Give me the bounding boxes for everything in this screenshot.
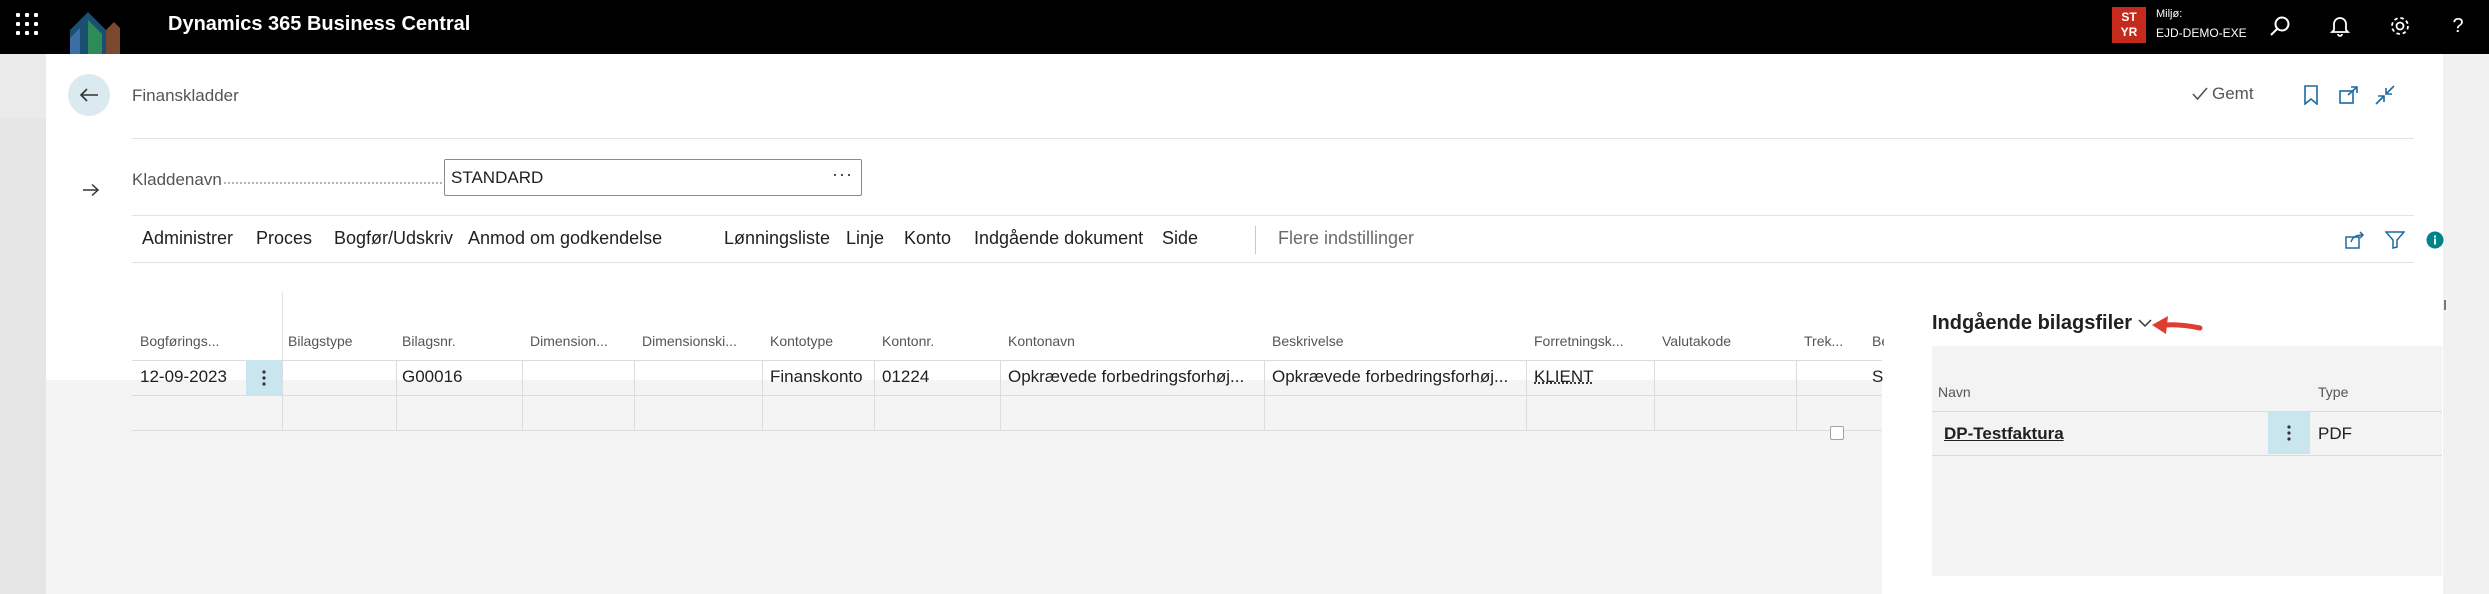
checkmark-icon: [2192, 87, 2208, 101]
cell-cut-checkbox[interactable]: [1830, 426, 1844, 440]
scrollbar-thumb[interactable]: [2444, 300, 2446, 310]
column-header-truncated[interactable]: Be: [1872, 333, 1884, 349]
action-konto[interactable]: Konto: [904, 228, 951, 249]
journal-name-label: Kladdenavn: [132, 170, 222, 189]
action-side[interactable]: Side: [1162, 228, 1198, 249]
cell-business[interactable]: KLIENT: [1534, 367, 1650, 387]
factbox-column-type[interactable]: Type: [2318, 384, 2348, 400]
column-header-cut[interactable]: Trek...: [1804, 333, 1848, 349]
left-background: [0, 54, 46, 594]
top-bar: Dynamics 365 Business Central ST YR Milj…: [0, 0, 2489, 54]
gear-icon[interactable]: [2386, 12, 2414, 40]
action-proces[interactable]: Proces: [256, 228, 312, 249]
cell-description[interactable]: Opkrævede forbedringsforhøj...: [1272, 367, 1522, 387]
column-header-dimension-1[interactable]: Dimension...: [530, 333, 622, 349]
action-bar: Administrer Proces Bogfør/Udskriv Anmod …: [132, 215, 2444, 263]
action-linje[interactable]: Linje: [846, 228, 884, 249]
column-header-posting-date[interactable]: Bogførings...: [140, 333, 240, 349]
cell-account-no[interactable]: 01224: [882, 367, 996, 387]
cell-document-no[interactable]: G00016: [402, 367, 516, 387]
row-actions-button[interactable]: [246, 360, 282, 396]
action-indgaaende-dokument[interactable]: Indgående dokument: [974, 228, 1143, 249]
factbox-file-actions-button[interactable]: [2268, 412, 2310, 454]
column-header-currency[interactable]: Valutakode: [1662, 333, 1752, 349]
open-new-window-icon[interactable]: [2336, 82, 2362, 108]
filter-icon[interactable]: [2382, 227, 2408, 253]
action-lonningsliste[interactable]: Lønningsliste: [724, 228, 830, 249]
column-header-account-name[interactable]: Kontonavn: [1008, 333, 1128, 349]
action-bogfor-udskriv[interactable]: Bogfør/Udskriv: [334, 228, 453, 249]
column-header-account-type[interactable]: Kontotype: [770, 333, 850, 349]
more-vertical-icon: [262, 370, 266, 386]
more-vertical-icon: [2287, 425, 2291, 441]
help-icon[interactable]: ?: [2444, 12, 2472, 40]
column-header-description[interactable]: Beskrivelse: [1272, 333, 1392, 349]
page-title: Finanskladder: [132, 86, 239, 105]
annotation-arrow-icon: [2152, 316, 2203, 334]
factbox-column-name[interactable]: Navn: [1938, 384, 1971, 400]
action-administrer[interactable]: Administrer: [142, 228, 233, 249]
current-row-arrow-icon: [82, 183, 100, 202]
bell-icon[interactable]: [2326, 12, 2354, 40]
factbox-file-name-link[interactable]: DP-Testfaktura: [1944, 424, 2064, 444]
brand-logo-icon: [70, 12, 120, 54]
column-header-document-type[interactable]: Bilagstype: [288, 333, 358, 349]
back-button[interactable]: [68, 74, 110, 116]
bookmark-icon[interactable]: [2298, 82, 2324, 108]
column-header-business[interactable]: Forretningsk...: [1534, 333, 1632, 349]
environment-name[interactable]: EJD-DEMO-EXE: [2156, 26, 2247, 40]
saved-status: Gemt: [2192, 84, 2254, 104]
journal-name-lookup-button[interactable]: ···: [832, 164, 853, 185]
info-icon[interactable]: [2422, 227, 2448, 253]
search-icon[interactable]: [2266, 12, 2294, 40]
environment-badge[interactable]: ST YR: [2112, 7, 2146, 43]
app-title[interactable]: Dynamics 365 Business Central: [168, 13, 470, 36]
collapse-icon[interactable]: [2372, 82, 2398, 108]
action-separator: [1255, 226, 1256, 254]
cell-posting-date[interactable]: 12-09-2023: [140, 367, 244, 387]
waffle-icon[interactable]: [16, 13, 38, 35]
column-header-dimension-2[interactable]: Dimensionski...: [642, 333, 748, 349]
page-card: Finanskladder Gemt Kladdenavn STANDARD ·…: [46, 54, 2444, 594]
share-icon[interactable]: [2342, 227, 2368, 253]
factbox-title[interactable]: Indgående bilagsfiler: [1932, 312, 2152, 335]
back-arrow-icon: [79, 88, 98, 102]
journal-name-input[interactable]: STANDARD: [444, 159, 862, 196]
factbox-file-type: PDF: [2318, 424, 2352, 443]
cell-account-name[interactable]: Opkrævede forbedringsforhøj...: [1008, 367, 1260, 387]
cell-account-type[interactable]: Finanskonto: [770, 367, 870, 387]
column-header-account-no[interactable]: Kontonr.: [882, 333, 952, 349]
column-header-document-no[interactable]: Bilagsnr.: [402, 333, 472, 349]
cell-truncated[interactable]: S: [1872, 367, 1884, 387]
environment-label: Miljø:: [2156, 8, 2183, 20]
header-divider: [132, 138, 2414, 139]
factbox-panel: [1932, 346, 2442, 576]
action-anmod-om-godkendelse[interactable]: Anmod om godkendelse: [468, 228, 662, 249]
action-more-options[interactable]: Flere indstillinger: [1278, 228, 1414, 249]
